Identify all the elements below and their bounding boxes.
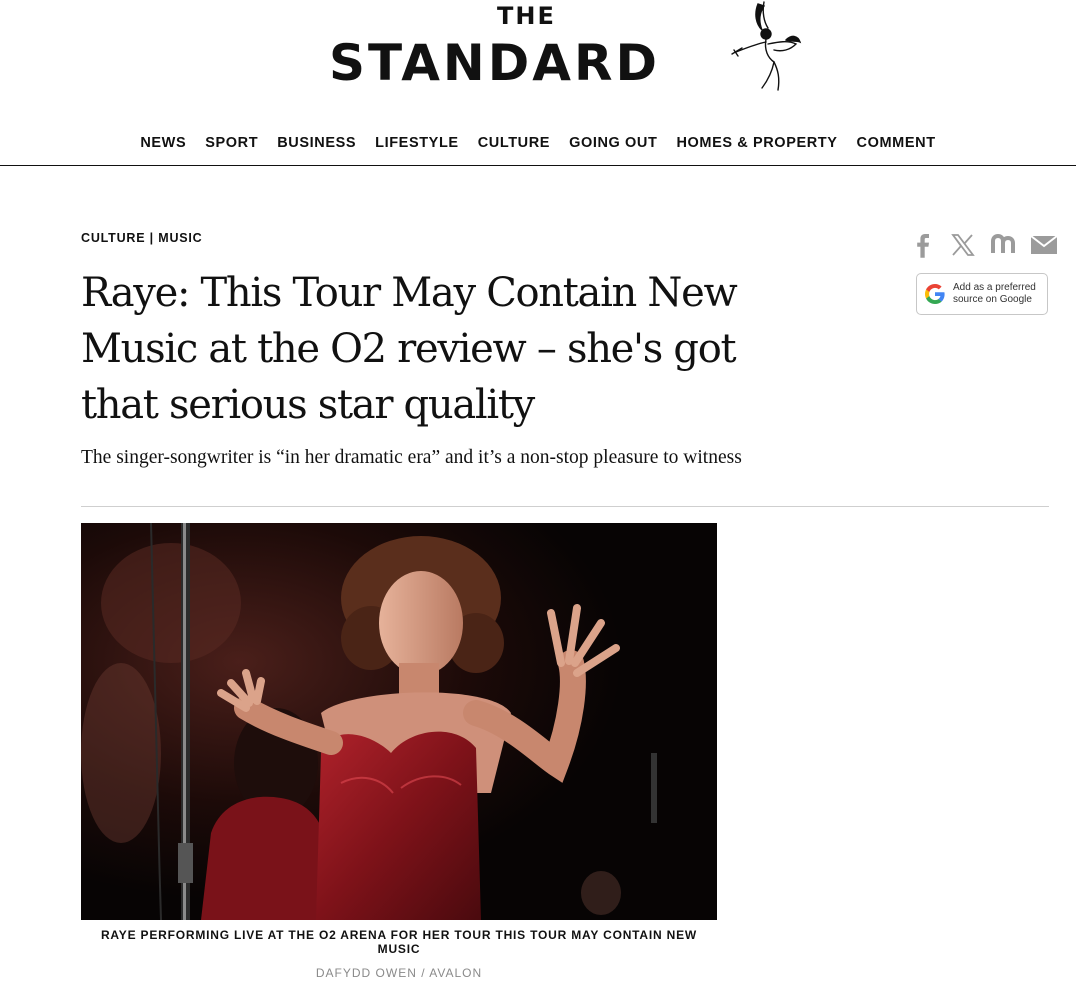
x-icon[interactable] <box>950 229 976 259</box>
cupid-emblem-icon <box>731 1 802 91</box>
google-source-label: Add as a preferred source on Google <box>953 282 1036 305</box>
nav-item-sport[interactable]: SPORT <box>205 128 258 165</box>
logo-the: THE <box>497 2 556 30</box>
main-nav: NEWS SPORT BUSINESS LIFESTYLE CULTURE GOING O… <box>0 128 1076 166</box>
nav-item-lifestyle[interactable]: LIFESTYLE <box>375 128 459 165</box>
article-headline: Raye: This Tour May Contain New Music at… <box>81 270 738 428</box>
nav-item-news[interactable]: NEWS <box>140 128 186 165</box>
google-g-icon <box>925 284 945 304</box>
concert-photo <box>81 523 717 920</box>
newsnow-icon[interactable] <box>990 229 1016 259</box>
nav-item-comment[interactable]: COMMENT <box>857 128 936 165</box>
google-preferred-source-button[interactable]: Add as a preferred source on Google <box>916 273 1048 315</box>
article-standfirst: The singer-songwriter is “in her dramati… <box>81 447 742 468</box>
divider <box>81 506 1049 507</box>
nav-item-going-out[interactable]: GOING OUT <box>569 128 657 165</box>
nav-item-culture[interactable]: CULTURE <box>478 128 550 165</box>
masthead: THE STANDARD <box>0 0 1076 118</box>
image-credit: DAFYDD OWEN / AVALON <box>315 966 483 980</box>
breadcrumb[interactable]: CULTURE | MUSIC <box>81 231 203 245</box>
nav-item-homes-property[interactable]: HOMES & PROPERTY <box>676 128 837 165</box>
logo-standard: STANDARD <box>329 34 660 92</box>
hero-image <box>81 523 717 920</box>
facebook-icon[interactable] <box>910 229 936 259</box>
email-icon[interactable] <box>1030 229 1058 259</box>
share-bar <box>910 229 1058 259</box>
nav-item-business[interactable]: BUSINESS <box>277 128 356 165</box>
image-caption: RAYE PERFORMING LIVE AT THE O2 ARENA FOR… <box>100 928 698 956</box>
